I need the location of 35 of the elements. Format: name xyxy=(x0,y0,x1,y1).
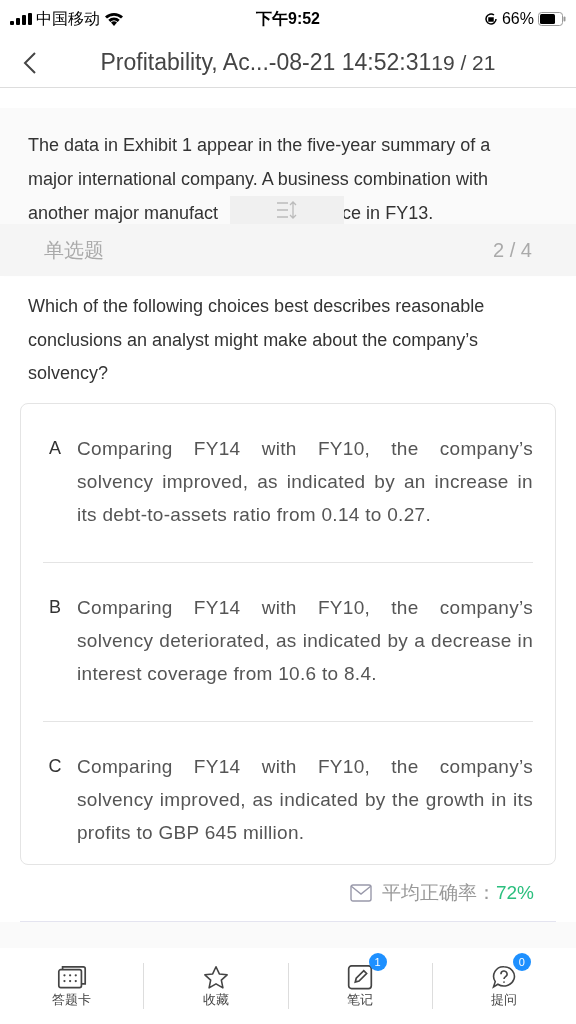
battery-percent: 66% xyxy=(501,9,534,29)
question-type: 单选题 xyxy=(44,238,104,263)
back-chevron-icon xyxy=(23,50,37,75)
option-letter: B xyxy=(48,596,62,619)
wifi-icon xyxy=(104,12,124,26)
answer-option[interactable]: B Comparing FY14 with FY10, the company’s solvency deteriorated, as indicated by a decrease in interest coverage from 10.6 to 8.4. xyxy=(43,563,533,722)
resize-handle[interactable] xyxy=(230,196,344,224)
tab-bar-item[interactable]: 答题卡 xyxy=(0,963,144,1009)
accuracy-value: 72% xyxy=(495,881,534,903)
accuracy-label: 平均正确率： xyxy=(381,881,496,903)
reorder-icon xyxy=(276,201,298,219)
status-time: 下午9:52 xyxy=(255,9,321,29)
page-title: Profitability, Ac...-08-21 14:52:31 xyxy=(100,48,432,78)
answer-option[interactable]: C Comparing FY14 with FY10, the company’s solvency improved, as indicated by the growth in its profits to GBP 645 million. xyxy=(43,722,533,880)
carrier-name: 中国移动 xyxy=(36,9,100,29)
question-text: Which of the following choices best describes reasonable conclusions an analyst might make about the company’s solvency? xyxy=(27,295,486,385)
card-grid-icon xyxy=(56,965,87,990)
passage-text: major international company. A business combination with xyxy=(28,168,489,191)
option-text: Comparing FY14 with FY10, the company’s solvency improved, as indicated by the growth in its profits to GBP 645 million. xyxy=(77,755,533,845)
answer-option[interactable]: A Comparing FY14 with FY10, the company’s solvency improved, as indicated by an increase in its debt-to-assets ratio from 0.14 to 0.27. xyxy=(43,404,533,563)
passage-text: The data in Exhibit 1 appear in the five-year summary of a xyxy=(28,134,492,157)
option-text: Comparing FY14 with FY10, the company’s solvency improved, as indicated by an increase in its debt-to-assets ratio from 0.14 to 0.27. xyxy=(77,437,533,527)
signal-icon xyxy=(10,13,32,25)
option-text: Comparing FY14 with FY10, the company’s solvency deteriorated, as indicated by a decrease in interest coverage from 10.6 to 8.4. xyxy=(77,596,533,686)
option-letter: A xyxy=(48,437,62,460)
edit-icon xyxy=(347,965,374,990)
question-counter: 19 / 21 xyxy=(431,50,496,77)
count-badge: 0 xyxy=(512,953,531,971)
battery-icon xyxy=(538,12,566,26)
option-letter: C xyxy=(47,755,63,778)
envelope-icon xyxy=(349,884,372,902)
count-badge: 1 xyxy=(368,953,387,971)
passage-text: another major manufact xyxy=(28,202,219,225)
tab-bar-item[interactable]: 收藏 xyxy=(144,963,288,1009)
rotation-lock-icon xyxy=(483,12,498,26)
